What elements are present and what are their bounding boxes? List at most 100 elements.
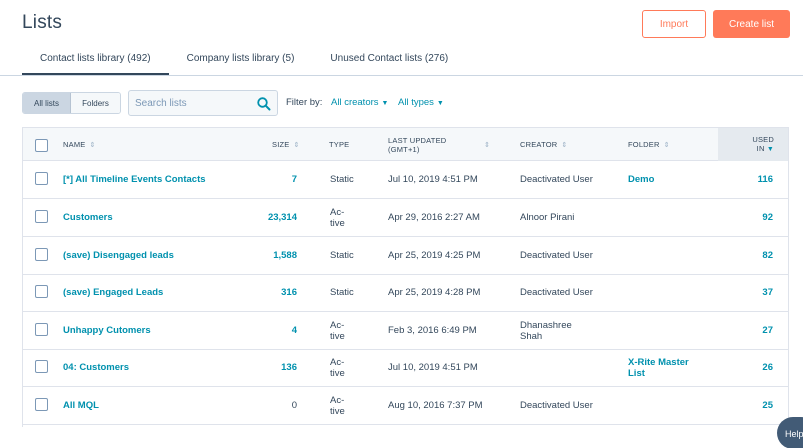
- row-checkbox[interactable]: [35, 172, 48, 185]
- view-toggle: All lists Folders: [22, 92, 121, 114]
- table-row: (save) Disengaged leads 1,588 Static Apr 25…: [23, 237, 788, 275]
- list-name-link[interactable]: 04: Customers: [63, 362, 129, 373]
- used-in-count[interactable]: 27: [735, 325, 773, 336]
- folders-toggle[interactable]: Folders: [71, 93, 120, 113]
- creator-name: Deactivated User: [520, 400, 593, 411]
- list-size[interactable]: 7: [243, 174, 297, 185]
- used-in-count[interactable]: 26: [735, 362, 773, 373]
- updated-column-header[interactable]: LAST UPDATED (GMT+1): [388, 128, 446, 161]
- list-name-link[interactable]: (save) Engaged Leads: [63, 287, 163, 298]
- chevron-down-icon: ▼: [436, 100, 444, 107]
- sort-icon: ⇕: [89, 141, 96, 149]
- sort-desc-icon: ▼: [766, 146, 774, 153]
- table-row: Customers 23,314 Ac- tive Apr 29, 2016 2:27…: [23, 199, 788, 237]
- creator-name: Alnoor Pirani: [520, 212, 575, 223]
- list-size[interactable]: 23,314: [243, 212, 297, 223]
- list-type: Static: [330, 250, 354, 261]
- search-icon[interactable]: [256, 96, 272, 112]
- name-column-header[interactable]: NAME ⇕: [63, 128, 96, 161]
- list-size[interactable]: 136: [243, 362, 297, 373]
- creator-name: Deactivated User: [520, 250, 593, 261]
- folder-header-label: FOLDER: [628, 140, 660, 149]
- used-in-count[interactable]: 116: [735, 174, 773, 185]
- sort-icon: ⇕: [293, 141, 300, 149]
- list-name-link[interactable]: (save) Disengaged leads: [63, 250, 174, 261]
- types-dropdown-label: All types: [398, 97, 434, 108]
- name-header-label: NAME: [63, 140, 86, 149]
- used-in-count[interactable]: 92: [735, 212, 773, 223]
- list-type: Ac- tive: [330, 320, 345, 342]
- updated-sort[interactable]: ⇕: [480, 128, 490, 161]
- filter-by-label: Filter by:: [286, 97, 323, 108]
- used-in-count[interactable]: 37: [735, 287, 773, 298]
- creator-name: Deactivated User: [520, 174, 593, 185]
- sort-icon: ⇕: [484, 141, 491, 149]
- tab-company-lists[interactable]: Company lists library (5): [169, 46, 313, 76]
- list-type: Static: [330, 287, 354, 298]
- list-type: Ac- tive: [330, 357, 345, 379]
- updated-header-label: LAST UPDATED: [388, 135, 447, 145]
- list-type: Ac- tive: [330, 207, 345, 229]
- table-row: [*] All Timeline Events Contacts 7 Static J…: [23, 161, 788, 199]
- used-in-count[interactable]: 25: [735, 400, 773, 411]
- sort-icon: ⇕: [561, 141, 568, 149]
- list-name-link[interactable]: [*] All Timeline Events Contacts: [63, 174, 206, 185]
- type-column-header: TYPE: [329, 128, 349, 161]
- last-updated: Apr 25, 2019 4:25 PM: [388, 250, 481, 261]
- tab-bar: Contact lists library (492) Company list…: [22, 46, 466, 76]
- create-list-button[interactable]: Create list: [713, 10, 790, 38]
- last-updated: Aug 10, 2016 7:37 PM: [388, 400, 483, 411]
- page-header: Lists Import Create list: [0, 0, 803, 50]
- tab-contact-lists[interactable]: Contact lists library (492): [22, 46, 169, 76]
- list-type: Ac- tive: [330, 395, 345, 417]
- list-size[interactable]: 4: [243, 325, 297, 336]
- list-size[interactable]: 316: [243, 287, 297, 298]
- type-header-label: TYPE: [329, 140, 350, 149]
- last-updated: Apr 25, 2019 4:28 PM: [388, 287, 481, 298]
- used-header-label-2: IN ▼: [757, 144, 774, 154]
- help-button[interactable]: Help: [777, 417, 803, 448]
- used-in-column-header[interactable]: USED IN ▼: [742, 128, 774, 161]
- page-title: Lists: [22, 12, 63, 33]
- list-name-link[interactable]: Customers: [63, 212, 113, 223]
- row-checkbox[interactable]: [35, 323, 48, 336]
- folder-column-header[interactable]: FOLDER ⇕: [628, 128, 670, 161]
- import-button[interactable]: Import: [642, 10, 706, 38]
- list-name-link[interactable]: Unhappy Cutomers: [63, 325, 151, 336]
- tab-unused-contact-lists[interactable]: Unused Contact lists (276): [312, 46, 466, 76]
- row-checkbox[interactable]: [35, 398, 48, 411]
- all-lists-toggle[interactable]: All lists: [23, 93, 71, 113]
- table-row: (save) Engaged Leads 316 Static Apr 25, 201…: [23, 274, 788, 312]
- folder-link[interactable]: X-Rite Master List: [628, 357, 708, 379]
- last-updated: Apr 29, 2016 2:27 AM: [388, 212, 480, 223]
- creator-name: Dhanashree Shah: [520, 320, 572, 342]
- lists-table: NAME ⇕ SIZE ⇕ TYPE LAST UPDATED (GMT+1) ⇕ …: [22, 127, 789, 427]
- creators-dropdown[interactable]: All creators ▼: [331, 97, 388, 108]
- creator-name: Deactivated User: [520, 287, 593, 298]
- list-size[interactable]: 0: [243, 400, 297, 411]
- list-size[interactable]: 1,588: [243, 250, 297, 261]
- tabs-divider: [0, 75, 803, 76]
- select-all-checkbox[interactable]: [35, 139, 48, 152]
- row-checkbox[interactable]: [35, 248, 48, 261]
- last-updated: Jul 10, 2019 4:51 PM: [388, 174, 478, 185]
- list-name-link[interactable]: All MQL: [63, 400, 99, 411]
- folder-link[interactable]: Demo: [628, 174, 708, 185]
- row-checkbox[interactable]: [35, 210, 48, 223]
- row-checkbox[interactable]: [35, 360, 48, 373]
- search-input[interactable]: [135, 95, 253, 112]
- size-column-header[interactable]: SIZE ⇕: [272, 128, 300, 161]
- types-dropdown[interactable]: All types ▼: [398, 97, 444, 108]
- table-header: NAME ⇕ SIZE ⇕ TYPE LAST UPDATED (GMT+1) ⇕ …: [23, 128, 788, 161]
- size-header-label: SIZE: [272, 140, 290, 149]
- used-in-count[interactable]: 82: [735, 250, 773, 261]
- chevron-down-icon: ▼: [381, 100, 389, 107]
- row-checkbox[interactable]: [35, 285, 48, 298]
- updated-header-timezone: (GMT+1): [388, 144, 420, 154]
- creator-column-header[interactable]: CREATOR ⇕: [520, 128, 567, 161]
- table-row: All MQL 0 Ac- tive Aug 10, 2016 7:37 PM Deac…: [23, 387, 788, 425]
- sort-icon: ⇕: [663, 141, 670, 149]
- filter-bar: All lists Folders Filter by: All creator…: [22, 90, 803, 116]
- creators-dropdown-label: All creators: [331, 97, 379, 108]
- used-header-label: USED: [752, 135, 774, 144]
